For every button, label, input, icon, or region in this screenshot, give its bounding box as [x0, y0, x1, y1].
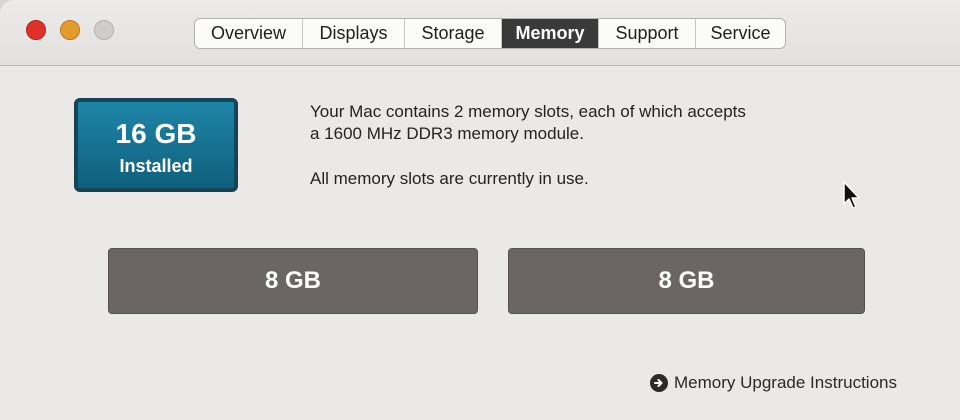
memory-description-line2: a 1600 MHz DDR3 memory module. [310, 124, 584, 143]
close-window-button[interactable] [26, 20, 46, 40]
circled-arrow-right-icon [650, 374, 668, 392]
minimize-window-button[interactable] [60, 20, 80, 40]
tab-displays[interactable]: Displays [303, 19, 405, 48]
memory-description: Your Mac contains 2 memory slots, each o… [310, 101, 830, 145]
tab-memory[interactable]: Memory [502, 19, 599, 48]
system-information-window: Overview Displays Storage Memory Support… [0, 0, 960, 420]
installed-memory-amount: 16 GB [115, 118, 197, 149]
installed-memory-badge: 16 GB Installed [74, 98, 238, 192]
memory-upgrade-instructions-label: Memory Upgrade Instructions [674, 373, 897, 392]
installed-memory-label: Installed [119, 156, 193, 176]
tab-bar: Overview Displays Storage Memory Support… [194, 18, 786, 49]
tab-storage[interactable]: Storage [405, 19, 502, 48]
mouse-pointer-icon [843, 181, 860, 209]
memory-slot-2: 8 GB [508, 248, 865, 314]
tab-overview[interactable]: Overview [195, 19, 303, 48]
tab-service[interactable]: Service [696, 19, 785, 48]
tab-support[interactable]: Support [599, 19, 696, 48]
memory-slot-status: All memory slots are currently in use. [310, 169, 589, 188]
memory-description-line1: Your Mac contains 2 memory slots, each o… [310, 102, 746, 121]
title-bar: Overview Displays Storage Memory Support… [0, 0, 960, 66]
zoom-window-button[interactable] [94, 20, 114, 40]
memory-slot-1: 8 GB [108, 248, 478, 314]
memory-upgrade-instructions-link[interactable]: Memory Upgrade Instructions [650, 372, 897, 394]
